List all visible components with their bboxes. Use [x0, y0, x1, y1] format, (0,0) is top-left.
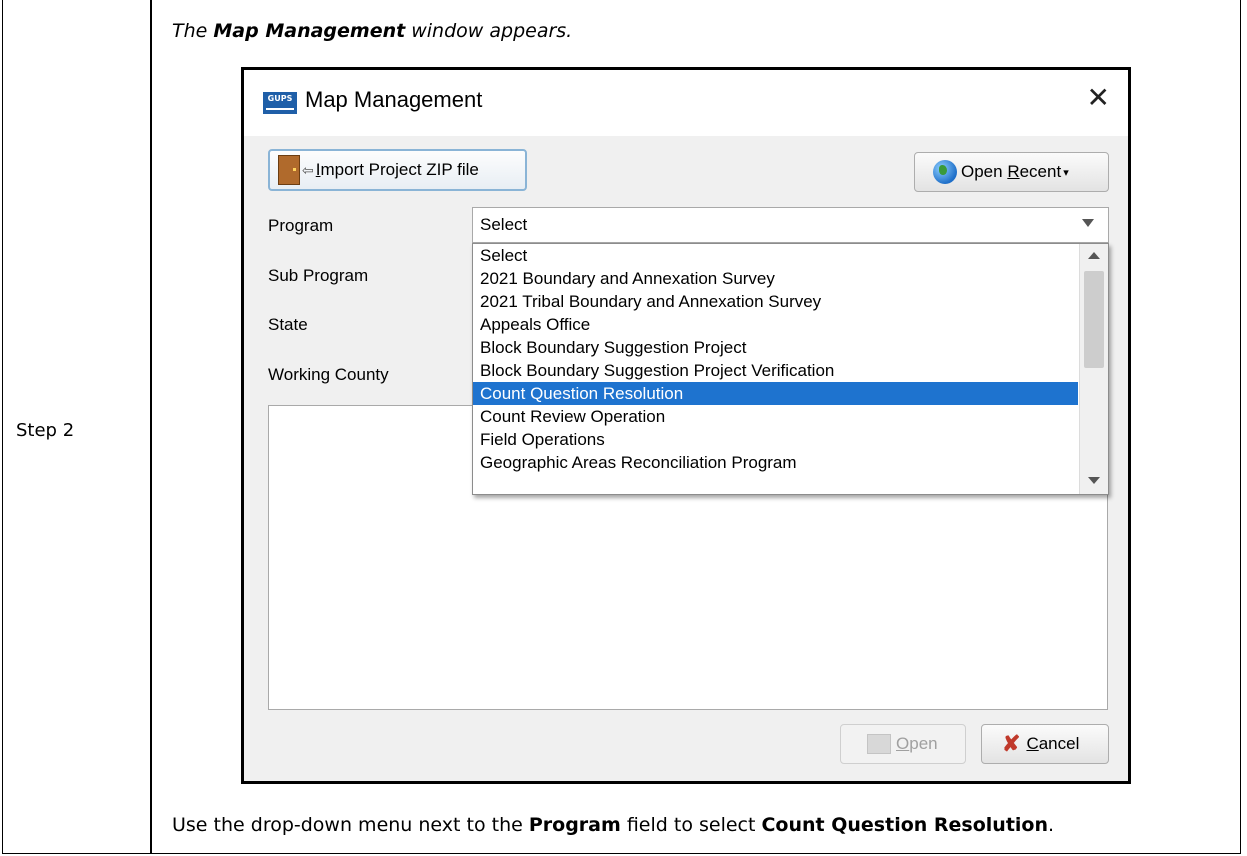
dropdown-option[interactable]: Select: [473, 244, 1078, 267]
dropdown-arrow-icon[interactable]: [1082, 219, 1094, 227]
intro-suffix: window appears.: [405, 20, 573, 42]
instruction-field-name: Program: [528, 814, 621, 836]
intro-text: The Map Management window appears.: [172, 20, 572, 42]
import-label: Import Project ZIP file: [315, 160, 479, 179]
working-county-label: Working County: [268, 365, 389, 384]
folder-icon: [867, 734, 891, 754]
dropdown-option[interactable]: Block Boundary Suggestion Project Verifi…: [473, 359, 1078, 382]
dropdown-option[interactable]: Appeals Office: [473, 313, 1078, 336]
dropdown-option[interactable]: 2021 Boundary and Annexation Survey: [473, 267, 1078, 290]
scroll-up-icon[interactable]: [1088, 252, 1100, 259]
column-divider: [150, 0, 152, 854]
import-arrow-icon: ⇦: [302, 161, 314, 178]
dropdown-option[interactable]: Block Boundary Suggestion Project: [473, 336, 1078, 359]
cancel-button[interactable]: ✘ Cancel: [981, 724, 1109, 764]
program-label: Program: [268, 216, 334, 235]
cancel-label: Cancel: [1026, 734, 1080, 753]
open-button[interactable]: Open: [840, 724, 966, 764]
program-dropdown-list: Select 2021 Boundary and Annexation Surv…: [472, 243, 1109, 495]
scroll-down-icon[interactable]: [1088, 477, 1100, 484]
dropdown-option[interactable]: Count Review Operation: [473, 405, 1078, 428]
intro-prefix: The: [172, 20, 214, 42]
dropdown-scrollbar[interactable]: [1079, 244, 1108, 494]
cancel-x-icon: ✘: [1002, 731, 1021, 756]
globe-icon: [933, 160, 957, 184]
import-door-icon: [278, 155, 300, 185]
scroll-thumb[interactable]: [1084, 271, 1104, 368]
dialog-title: Map Management: [305, 87, 483, 112]
dropdown-option[interactable]: Geographic Areas Reconciliation Program: [473, 451, 1078, 474]
chevron-down-icon: ▾: [1063, 166, 1069, 179]
open-label: Open: [896, 734, 938, 753]
close-icon[interactable]: ✕: [1087, 84, 1110, 112]
open-recent-label: Open Recent: [961, 162, 1062, 181]
dropdown-option-selected[interactable]: Count Question Resolution: [473, 382, 1078, 405]
gups-app-icon: GUPS: [263, 92, 297, 114]
dropdown-option[interactable]: Field Operations: [473, 428, 1078, 451]
program-select-value: Select: [480, 215, 528, 234]
map-management-dialog: GUPS Map Management ✕ ⇦ Import Project Z…: [241, 67, 1131, 784]
app-icon-label: GUPS: [267, 94, 293, 103]
state-label: State: [268, 315, 308, 334]
open-recent-button[interactable]: Open Recent ▾: [914, 152, 1109, 192]
instruction-text: Use the drop-down menu next to the Progr…: [172, 814, 1055, 836]
sub-program-label: Sub Program: [268, 266, 369, 285]
instruction-value-name: Count Question Resolution: [761, 814, 1048, 836]
intro-window-name: Map Management: [213, 20, 406, 42]
import-project-zip-button[interactable]: ⇦ Import Project ZIP file: [268, 149, 527, 191]
step-label: Step 2: [16, 420, 75, 441]
program-select[interactable]: Select: [472, 207, 1109, 243]
title-bar: GUPS Map Management ✕: [244, 70, 1128, 136]
dropdown-option[interactable]: 2021 Tribal Boundary and Annexation Surv…: [473, 290, 1078, 313]
